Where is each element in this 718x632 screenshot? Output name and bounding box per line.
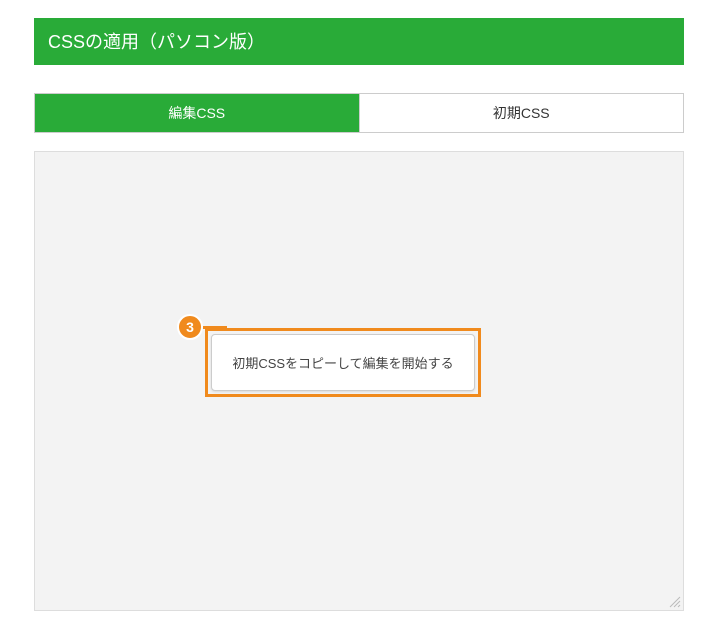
css-tabs: 編集CSS 初期CSS (34, 93, 684, 133)
step-connector (203, 326, 227, 329)
tab-label: 編集CSS (168, 105, 225, 121)
tab-edit-css[interactable]: 編集CSS (35, 94, 359, 132)
step-badge: 3 (177, 314, 203, 340)
page-title: CSSの適用（パソコン版） (48, 32, 265, 52)
step-number: 3 (186, 319, 194, 335)
tab-initial-css[interactable]: 初期CSS (359, 94, 684, 132)
page-title-bar: CSSの適用（パソコン版） (34, 18, 684, 65)
copy-button-label: 初期CSSをコピーして編集を開始する (232, 356, 453, 371)
step-badge-wrap: 3 (177, 314, 227, 340)
copy-initial-css-button[interactable]: 初期CSSをコピーして編集を開始する (211, 334, 475, 391)
step-highlight: 3 初期CSSをコピーして編集を開始する (205, 328, 481, 397)
resize-handle-icon (667, 594, 681, 608)
tab-label: 初期CSS (493, 105, 550, 121)
highlight-box: 初期CSSをコピーして編集を開始する (205, 328, 481, 397)
editor-panel: 3 初期CSSをコピーして編集を開始する (34, 151, 684, 611)
